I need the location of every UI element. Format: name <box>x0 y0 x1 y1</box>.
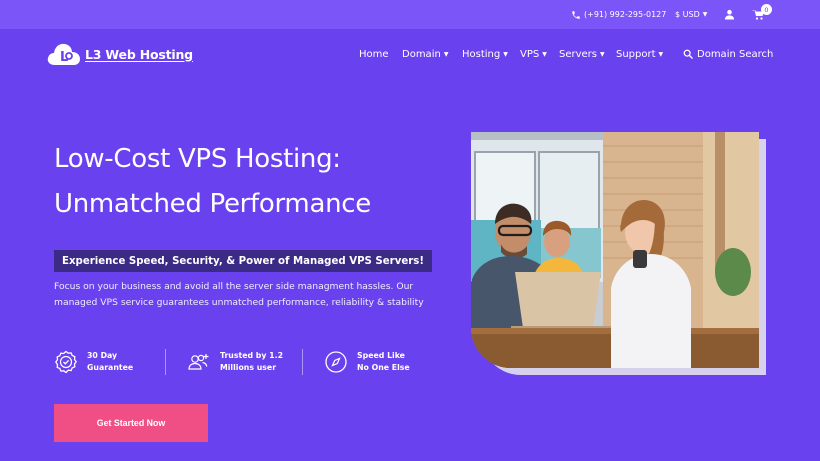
badge-check-icon <box>55 350 78 374</box>
nav-home[interactable]: Home <box>359 29 389 79</box>
caret-down-icon: ▼ <box>503 50 508 58</box>
brand-logo[interactable]: L L3 Web Hosting <box>47 41 193 67</box>
nav-support[interactable]: Support ▼ <box>616 29 663 79</box>
hero-tagline: Experience Speed, Security, & Power of M… <box>54 250 432 272</box>
domain-search-label: Domain Search <box>697 48 774 60</box>
feature-trusted-line-1: Trusted by 1.2 <box>220 351 283 360</box>
caret-down-icon: ▼ <box>702 11 708 18</box>
caret-down-icon: ▼ <box>658 50 664 58</box>
nav-vps[interactable]: VPS ▼ <box>520 29 547 79</box>
feature-speed-text: Speed Like No One Else <box>357 350 410 374</box>
brand-name: L3 Web Hosting <box>85 46 193 62</box>
nav-domain-label: Domain <box>402 48 441 60</box>
feature-trusted: Trusted by 1.2 Millions user <box>187 348 283 376</box>
nav-domain-search[interactable]: Domain Search <box>683 29 773 79</box>
feature-speed-line-1: Speed Like <box>357 351 405 360</box>
nav-servers-label: Servers <box>559 48 598 60</box>
caret-down-icon: ▼ <box>600 50 605 58</box>
nav-home-label: Home <box>359 48 389 60</box>
caret-down-icon: ▼ <box>542 50 547 58</box>
hero-image <box>471 132 759 368</box>
search-icon <box>683 49 693 59</box>
feature-speed: Speed Like No One Else <box>324 348 410 376</box>
feature-trusted-line-2: Millions user <box>220 363 277 372</box>
office-team-illustration <box>471 132 759 368</box>
feature-guarantee: 30 Day Guarantee <box>54 348 133 376</box>
currency-label: $ USD <box>675 10 700 19</box>
get-started-button[interactable]: Get Started Now <box>54 404 208 442</box>
add-users-icon <box>188 354 209 370</box>
nav-hosting[interactable]: Hosting ▼ <box>462 29 508 79</box>
nav-servers[interactable]: Servers ▼ <box>559 29 605 79</box>
feature-speed-line-2: No One Else <box>357 363 410 372</box>
caret-down-icon: ▼ <box>443 50 449 58</box>
feature-divider <box>302 349 303 375</box>
main-navbar: L L3 Web Hosting Home Domain ▼ Hosting ▼… <box>0 29 820 79</box>
hero-title-line-2: Unmatched Performance <box>54 189 371 219</box>
feature-trusted-text: Trusted by 1.2 Millions user <box>220 350 283 374</box>
phone-number: (+91) 992-295-0127 <box>584 10 667 19</box>
top-bar: (+91) 992-295-0127 $ USD ▼ 0 <box>0 0 820 29</box>
cloud-logo-icon: L <box>47 43 80 65</box>
hero-title: Low-Cost VPS Hosting: Unmatched Performa… <box>54 137 454 227</box>
feature-divider <box>165 349 166 375</box>
cart-button[interactable]: 0 <box>752 0 772 29</box>
nav-vps-label: VPS <box>520 48 540 60</box>
nav-support-label: Support <box>616 48 656 60</box>
currency-selector[interactable]: $ USD ▼ <box>675 0 707 29</box>
feature-guarantee-line-1: 30 Day <box>87 351 118 360</box>
nav-hosting-label: Hosting <box>462 48 501 60</box>
hero-description: Focus on your business and avoid all the… <box>54 281 424 308</box>
user-icon <box>724 9 735 20</box>
feature-guarantee-text: 30 Day Guarantee <box>87 350 133 374</box>
cart-count-badge: 0 <box>761 4 772 15</box>
feature-guarantee-line-2: Guarantee <box>87 363 134 372</box>
compass-icon <box>325 351 347 373</box>
hero-title-line-1: Low-Cost VPS Hosting: <box>54 144 341 174</box>
nav-domain[interactable]: Domain ▼ <box>402 29 448 79</box>
phone-link[interactable]: (+91) 992-295-0127 <box>571 0 666 29</box>
phone-icon <box>572 10 580 19</box>
account-button[interactable] <box>724 0 735 29</box>
